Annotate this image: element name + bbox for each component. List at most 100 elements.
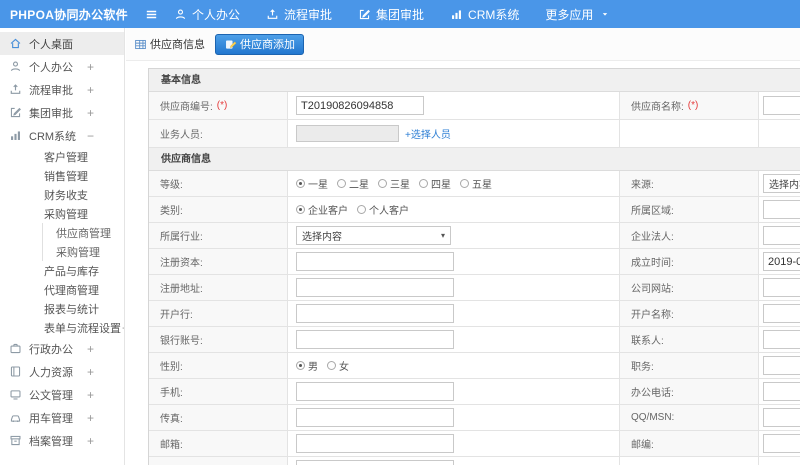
expand-toggle-icon[interactable]: + [77, 150, 84, 164]
website-input[interactable] [763, 278, 800, 297]
sidebar-item-label: 集团审批 [29, 107, 73, 120]
category-radio-1[interactable]: 个人客户 [357, 202, 409, 217]
field-cell: 选择内容▾ [759, 171, 800, 196]
industry-select[interactable]: 选择内容 ▾ [296, 226, 451, 245]
supplier-name-label: 供应商名称: [631, 102, 684, 113]
expand-toggle-icon[interactable]: + [87, 365, 94, 379]
gender-radio-1[interactable]: 女 [327, 358, 349, 373]
expand-toggle-icon[interactable]: + [77, 169, 84, 183]
postcode-input[interactable] [763, 434, 800, 453]
expand-toggle-icon[interactable]: + [77, 188, 84, 202]
nav-item-process-approval[interactable]: 流程审批 [266, 6, 332, 23]
nav-item-label: 更多应用 [545, 7, 594, 22]
sidebar-item-personal-desktop[interactable]: 个人桌面 [0, 32, 124, 55]
expand-toggle-icon[interactable]: − [77, 207, 84, 221]
business-person-input[interactable] [296, 125, 399, 142]
expand-toggle-icon[interactable]: + [87, 434, 94, 448]
expand-toggle-icon[interactable]: + [87, 106, 94, 120]
sidebar-item-archive-mgmt[interactable]: 档案管理 + [0, 429, 124, 452]
sidebar-item-finance-mgmt[interactable]: 财务收支 + [0, 185, 124, 204]
tab-supplier-add[interactable]: 供应商添加 [215, 33, 304, 55]
mobile-label: 手机: [160, 388, 183, 399]
label-cell: 传真: [149, 405, 288, 430]
nav-item-crm-system[interactable]: CRM系统 [450, 6, 519, 23]
expand-toggle-icon[interactable]: + [87, 60, 94, 74]
supplier-name-input[interactable] [763, 96, 800, 115]
sidebar-item-customer-mgmt[interactable]: 客户管理 + [0, 147, 124, 166]
field-cell [759, 353, 800, 378]
sidebar-item-group-approval[interactable]: 集团审批 + [0, 101, 124, 124]
level-radio-3[interactable]: 四星 [419, 176, 451, 191]
level-radio-0[interactable]: 一星 [296, 176, 328, 191]
founded-date-input[interactable] [763, 252, 800, 271]
bank-account-input[interactable] [296, 330, 454, 349]
sidebar-item-admin-office[interactable]: 行政办公 + [0, 337, 124, 360]
nav-item-group-approval[interactable]: 集团审批 [358, 6, 424, 23]
account-name-input[interactable] [763, 304, 800, 323]
address-input[interactable] [296, 460, 454, 465]
label-cell: 联系人: [620, 327, 759, 352]
category-radio-0[interactable]: 企业客户 [296, 202, 348, 217]
field-cell [759, 457, 800, 465]
level-radio-1[interactable]: 二星 [337, 176, 369, 191]
business-person-pick-link[interactable]: +选择人员 [405, 126, 451, 141]
legal-person-input[interactable] [763, 226, 800, 245]
sidebar-item-vehicle-mgmt[interactable]: 用车管理 + [0, 406, 124, 429]
label-cell [620, 120, 759, 147]
tab-supplier-info[interactable]: 供应商信息 [134, 36, 205, 52]
sidebar-item-sales-mgmt[interactable]: 销售管理 + [0, 166, 124, 185]
section-header: 基本信息 [149, 69, 800, 92]
sidebar-item-process-approval[interactable]: 流程审批 + [0, 78, 124, 101]
sidebar-item-label: 个人桌面 [29, 38, 73, 51]
gender-radio-0[interactable]: 男 [296, 358, 318, 373]
sidebar-item-personal-office[interactable]: 个人办公 + [0, 55, 124, 78]
registered-capital-input[interactable] [296, 252, 454, 271]
sidebar-item-document-mgmt[interactable]: 公文管理 + [0, 383, 124, 406]
contact-input[interactable] [763, 330, 800, 349]
expand-toggle-icon[interactable]: − [87, 129, 94, 143]
expand-toggle-icon[interactable]: + [87, 342, 94, 356]
tab-supplier-add-label: 供应商添加 [240, 39, 295, 51]
supplier-code-input[interactable] [296, 96, 424, 115]
level-radio-4[interactable]: 五星 [460, 176, 492, 191]
expand-toggle-icon[interactable]: + [77, 283, 84, 297]
field-cell [288, 431, 620, 456]
expand-toggle-icon[interactable]: + [87, 411, 94, 425]
sidebar-item-label: 个人办公 [29, 61, 73, 74]
sidebar-item-supplier-mgmt[interactable]: 供应商管理 [0, 223, 124, 242]
expand-toggle-icon[interactable]: + [77, 264, 84, 278]
fax-input[interactable] [296, 408, 454, 427]
app-logo: PHPOA协同办公软件 [10, 7, 128, 22]
sidebar-item-product-stock[interactable]: 产品与库存 + [0, 261, 124, 280]
registered-address-input[interactable] [296, 278, 454, 297]
sidebar-item-purchasing[interactable]: 采购管理 [0, 242, 124, 261]
bank-input[interactable] [296, 304, 454, 323]
label-cell: 业务人员: [149, 120, 288, 147]
sidebar-item-crm-system[interactable]: CRM系统 − [0, 124, 124, 147]
email-input[interactable] [296, 434, 454, 453]
hamburger-menu-icon[interactable] [142, 7, 160, 22]
field-cell [759, 301, 800, 326]
mobile-input[interactable] [296, 382, 454, 401]
source-select[interactable]: 选择内容▾ [763, 174, 800, 193]
expand-toggle-icon[interactable]: + [87, 388, 94, 402]
expand-toggle-icon[interactable]: + [87, 83, 94, 97]
sidebar-item-form-process-settings[interactable]: 表单与流程设置+ [0, 318, 124, 337]
sidebar-item-report-stats[interactable]: 报表与统计 [0, 299, 124, 318]
nav-item-more-apps[interactable]: 更多应用 [545, 6, 610, 23]
job-title-label: 职务: [631, 362, 654, 373]
level-radio-2[interactable]: 三星 [378, 176, 410, 191]
industry-label: 所属行业: [160, 232, 203, 243]
sidebar-item-agent-mgmt[interactable]: 代理商管理 + [0, 280, 124, 299]
office-phone-input[interactable] [763, 382, 800, 401]
sidebar-item-purchase-mgmt[interactable]: 采购管理 − [0, 204, 124, 223]
job-title-input[interactable] [763, 356, 800, 375]
sidebar-item-human-resource[interactable]: 人力资源 + [0, 360, 124, 383]
expand-toggle-icon[interactable]: + [122, 321, 124, 335]
nav-item-personal-office[interactable]: 个人办公 [174, 6, 240, 23]
region-input[interactable] [763, 200, 800, 219]
form-row: 邮箱: 邮编: [149, 431, 800, 457]
qq-msn-input[interactable] [763, 408, 800, 427]
founded-date-label: 成立时间: [631, 258, 674, 269]
field-cell [288, 405, 620, 430]
